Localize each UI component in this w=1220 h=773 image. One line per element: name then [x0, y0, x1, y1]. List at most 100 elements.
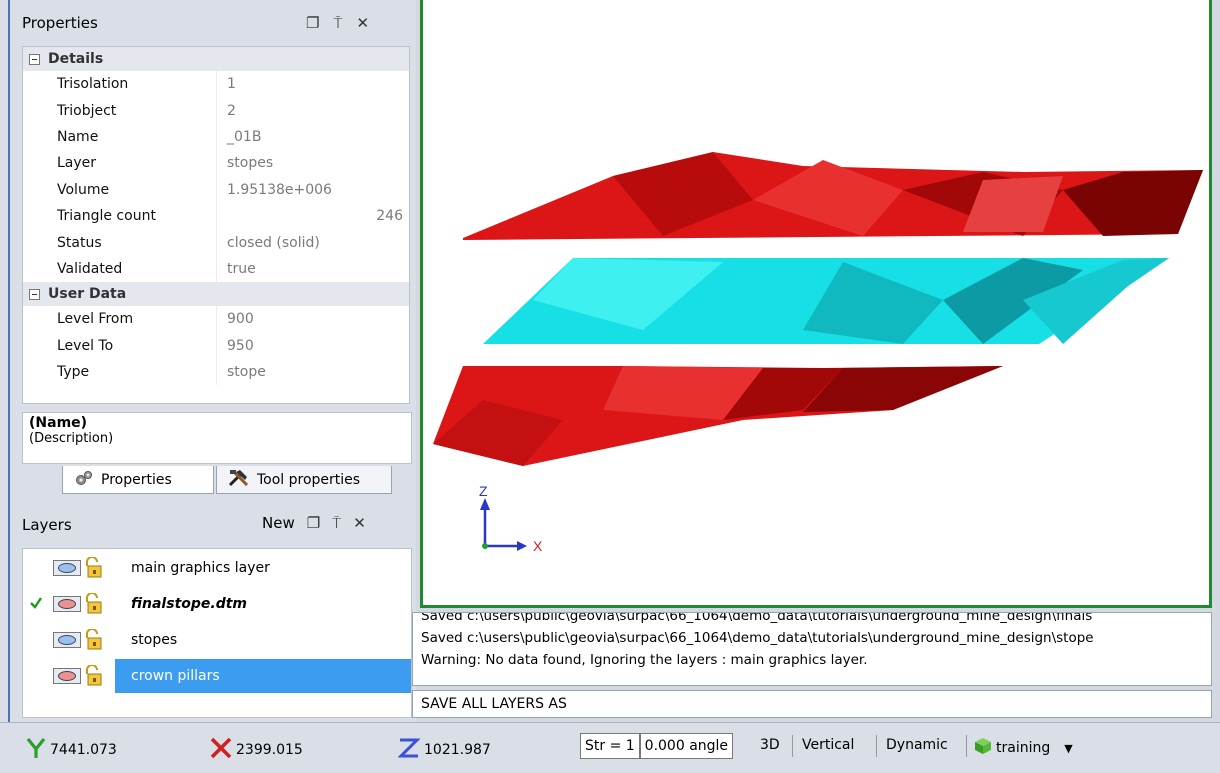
visibility-eye-icon[interactable] [53, 632, 81, 648]
lock-icon[interactable] [83, 664, 103, 687]
stope-model: Z X [433, 152, 1203, 554]
property-value: 1 [227, 76, 236, 93]
profile-selector[interactable]: training ▼ [974, 737, 1073, 759]
x-axis-label: X [533, 538, 543, 554]
property-value: stope [227, 364, 266, 381]
chevron-down-icon[interactable]: ▼ [1064, 742, 1072, 755]
property-key: Trisolation [23, 71, 217, 98]
layer-item[interactable]: crown pillars [23, 659, 411, 693]
layers-window-buttons: New ❐ ⍑ ✕ [262, 514, 366, 532]
angle-field[interactable]: 0.000 angle [639, 733, 734, 759]
new-layer-button[interactable]: New [262, 514, 295, 532]
property-row[interactable]: Type stope [23, 358, 409, 386]
y-coordinate: 7441.073 [26, 737, 117, 763]
tab-properties[interactable]: Properties [62, 466, 214, 494]
tab-label: Tool properties [257, 471, 361, 488]
property-row[interactable]: Validated true [23, 255, 409, 283]
property-key: Triangle count [23, 202, 217, 230]
vertical-toggle[interactable]: Vertical [802, 737, 854, 753]
category-user-data[interactable]: User Data [23, 282, 409, 307]
z-coordinate: 1021.987 [397, 737, 491, 763]
category-label: User Data [48, 286, 127, 303]
collapse-icon[interactable] [29, 288, 40, 300]
property-value: 246 [376, 208, 403, 225]
layer-item[interactable]: stopes [23, 623, 411, 657]
tools-icon [227, 468, 251, 492]
z-axis-icon [397, 737, 421, 763]
layers-list: main graphics layer finalstope.dtm stope… [22, 548, 412, 718]
property-value: 2 [227, 102, 236, 119]
property-row[interactable]: Name _01B [23, 123, 409, 151]
property-row[interactable]: Level From 900 [23, 306, 409, 333]
category-details[interactable]: Details [23, 47, 409, 71]
dynamic-toggle[interactable]: Dynamic [886, 737, 948, 753]
layer-label: main graphics layer [131, 560, 270, 576]
property-row[interactable]: Volume 1.95138e+006 [23, 176, 409, 203]
lock-icon[interactable] [83, 628, 103, 651]
property-key: Status [23, 229, 217, 256]
graphics-viewport[interactable]: Z X [420, 0, 1212, 608]
property-value: closed (solid) [227, 234, 320, 251]
visibility-eye-icon[interactable] [53, 560, 81, 576]
separator [792, 735, 793, 757]
property-value: 950 [227, 337, 254, 354]
profile-label: training [996, 740, 1051, 756]
profile-cube-icon [974, 737, 992, 759]
layer-item[interactable]: main graphics layer [23, 551, 411, 585]
property-description: (Name) (Description) [22, 412, 412, 464]
y-axis-icon [26, 737, 46, 763]
layer-label: stopes [131, 632, 178, 648]
property-value: true [227, 260, 256, 277]
visibility-eye-icon[interactable] [53, 668, 81, 684]
properties-tabs: Properties Tool properties [22, 464, 412, 498]
lock-icon[interactable] [83, 592, 103, 615]
property-value: 900 [227, 311, 254, 328]
restore-icon[interactable]: ❐ [307, 514, 320, 532]
gears-icon [73, 469, 95, 491]
command-line[interactable]: SAVE ALL LAYERS AS [412, 690, 1212, 718]
pin-icon[interactable]: ⍑ [332, 514, 341, 532]
property-grid: Details Trisolation 1 Triobject 2 Name _01B… [22, 46, 410, 404]
restore-icon[interactable]: ❐ [306, 14, 319, 32]
property-value: _01B [227, 128, 262, 145]
collapse-icon[interactable] [29, 53, 40, 65]
category-label: Details [48, 51, 104, 67]
property-row[interactable]: Layer stopes [23, 150, 409, 177]
property-value: 1.95138e+006 [227, 181, 332, 198]
active-check-icon [29, 596, 43, 610]
string-field[interactable]: Str = 1 [580, 733, 640, 759]
description-text: (Description) [29, 431, 114, 446]
property-row[interactable]: Status closed (solid) [23, 229, 409, 256]
property-key: Triobject [23, 97, 217, 124]
close-icon[interactable]: ✕ [353, 514, 366, 532]
property-row[interactable]: Trisolation 1 [23, 71, 409, 98]
3d-toggle[interactable]: 3D [760, 737, 780, 753]
x-value: 2399.015 [236, 742, 303, 758]
separator [966, 735, 967, 757]
property-row[interactable]: Triangle count 246 [23, 202, 409, 230]
message-line: Saved c:\users\public\geovia\surpac\66_1… [421, 630, 1094, 646]
close-icon[interactable]: ✕ [356, 14, 369, 32]
property-key: Name [23, 123, 217, 151]
separator [876, 735, 877, 757]
dock-edge [8, 0, 10, 722]
tab-label: Properties [101, 471, 172, 488]
property-row[interactable]: Level To 950 [23, 332, 409, 359]
tab-tool-properties[interactable]: Tool properties [216, 466, 392, 494]
message-log[interactable]: Saved c:\users\public\geovia\surpac\66_1… [412, 612, 1212, 686]
property-value: stopes [227, 155, 274, 172]
property-row[interactable]: Triobject 2 [23, 97, 409, 124]
status-bar: 7441.073 2399.015 1021.987 Str = 1 0.000… [0, 722, 1220, 773]
pin-icon[interactable]: ⍑ [333, 14, 342, 32]
property-key: Type [23, 358, 217, 386]
x-coordinate: 2399.015 [210, 737, 303, 763]
message-line: Saved c:\users\public\geovia\surpac\66_1… [421, 612, 1093, 624]
property-key: Level From [23, 306, 217, 333]
layer-label: finalstope.dtm [131, 596, 248, 612]
lock-icon[interactable] [83, 556, 103, 579]
string-angle-box: Str = 1 0.000 angle [580, 731, 734, 761]
visibility-eye-icon[interactable] [53, 596, 81, 612]
properties-window-buttons: ❐ ⍑ ✕ [306, 14, 369, 32]
layer-item[interactable]: finalstope.dtm [23, 587, 411, 621]
x-axis-icon [210, 737, 232, 763]
